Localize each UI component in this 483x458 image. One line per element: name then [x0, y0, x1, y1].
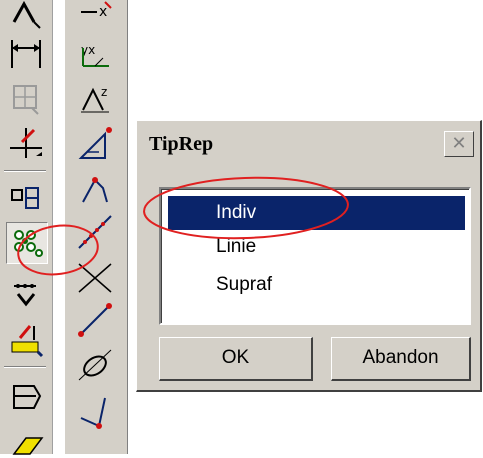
vertex-icon[interactable] — [75, 390, 115, 430]
left-toolbar — [0, 0, 53, 455]
close-button[interactable]: ✕ — [444, 131, 474, 157]
dialog-titlebar[interactable]: TipRep ✕ — [139, 123, 478, 163]
triangle-icon[interactable] — [75, 124, 115, 164]
ellipse-icon[interactable] — [75, 344, 115, 384]
split-icon[interactable] — [6, 178, 46, 218]
node-angle-icon[interactable] — [75, 168, 115, 208]
yellow-marker-icon[interactable] — [6, 318, 46, 358]
chain-line-icon[interactable] — [75, 212, 115, 252]
yellow-block-icon[interactable] — [6, 418, 46, 458]
ok-button[interactable]: OK — [159, 337, 313, 381]
z-axis-icon[interactable]: z — [75, 80, 115, 120]
type-listbox[interactable]: Indiv Linie Supraf — [159, 187, 471, 325]
point-pattern-icon[interactable] — [6, 222, 48, 264]
grid-icon[interactable] — [6, 78, 46, 118]
svg-text:x: x — [99, 4, 107, 20]
dialog-title: TipRep — [149, 133, 214, 155]
right-toolbar: x yx z — [64, 0, 128, 454]
cross-icon[interactable] — [75, 256, 115, 296]
x-axis-icon[interactable]: x — [75, 0, 115, 32]
measure-icon[interactable] — [6, 276, 46, 316]
svg-text:z: z — [101, 85, 107, 99]
yx-axis-icon[interactable]: yx — [75, 36, 115, 76]
close-icon: ✕ — [451, 133, 467, 153]
tiprep-dialog: TipRep ✕ Indiv Linie Supraf OK Abandon — [136, 120, 482, 392]
list-item-supraf[interactable]: Supraf — [168, 268, 465, 302]
dimension-horizontal-icon[interactable] — [6, 32, 46, 72]
list-item-indiv[interactable]: Indiv — [168, 196, 465, 230]
abandon-button[interactable]: Abandon — [331, 337, 471, 381]
line-segment-icon[interactable] — [75, 300, 115, 340]
angle-marker-icon[interactable] — [6, 122, 46, 162]
layers-icon[interactable] — [6, 376, 46, 416]
list-item-linie[interactable]: Linie — [168, 230, 465, 264]
